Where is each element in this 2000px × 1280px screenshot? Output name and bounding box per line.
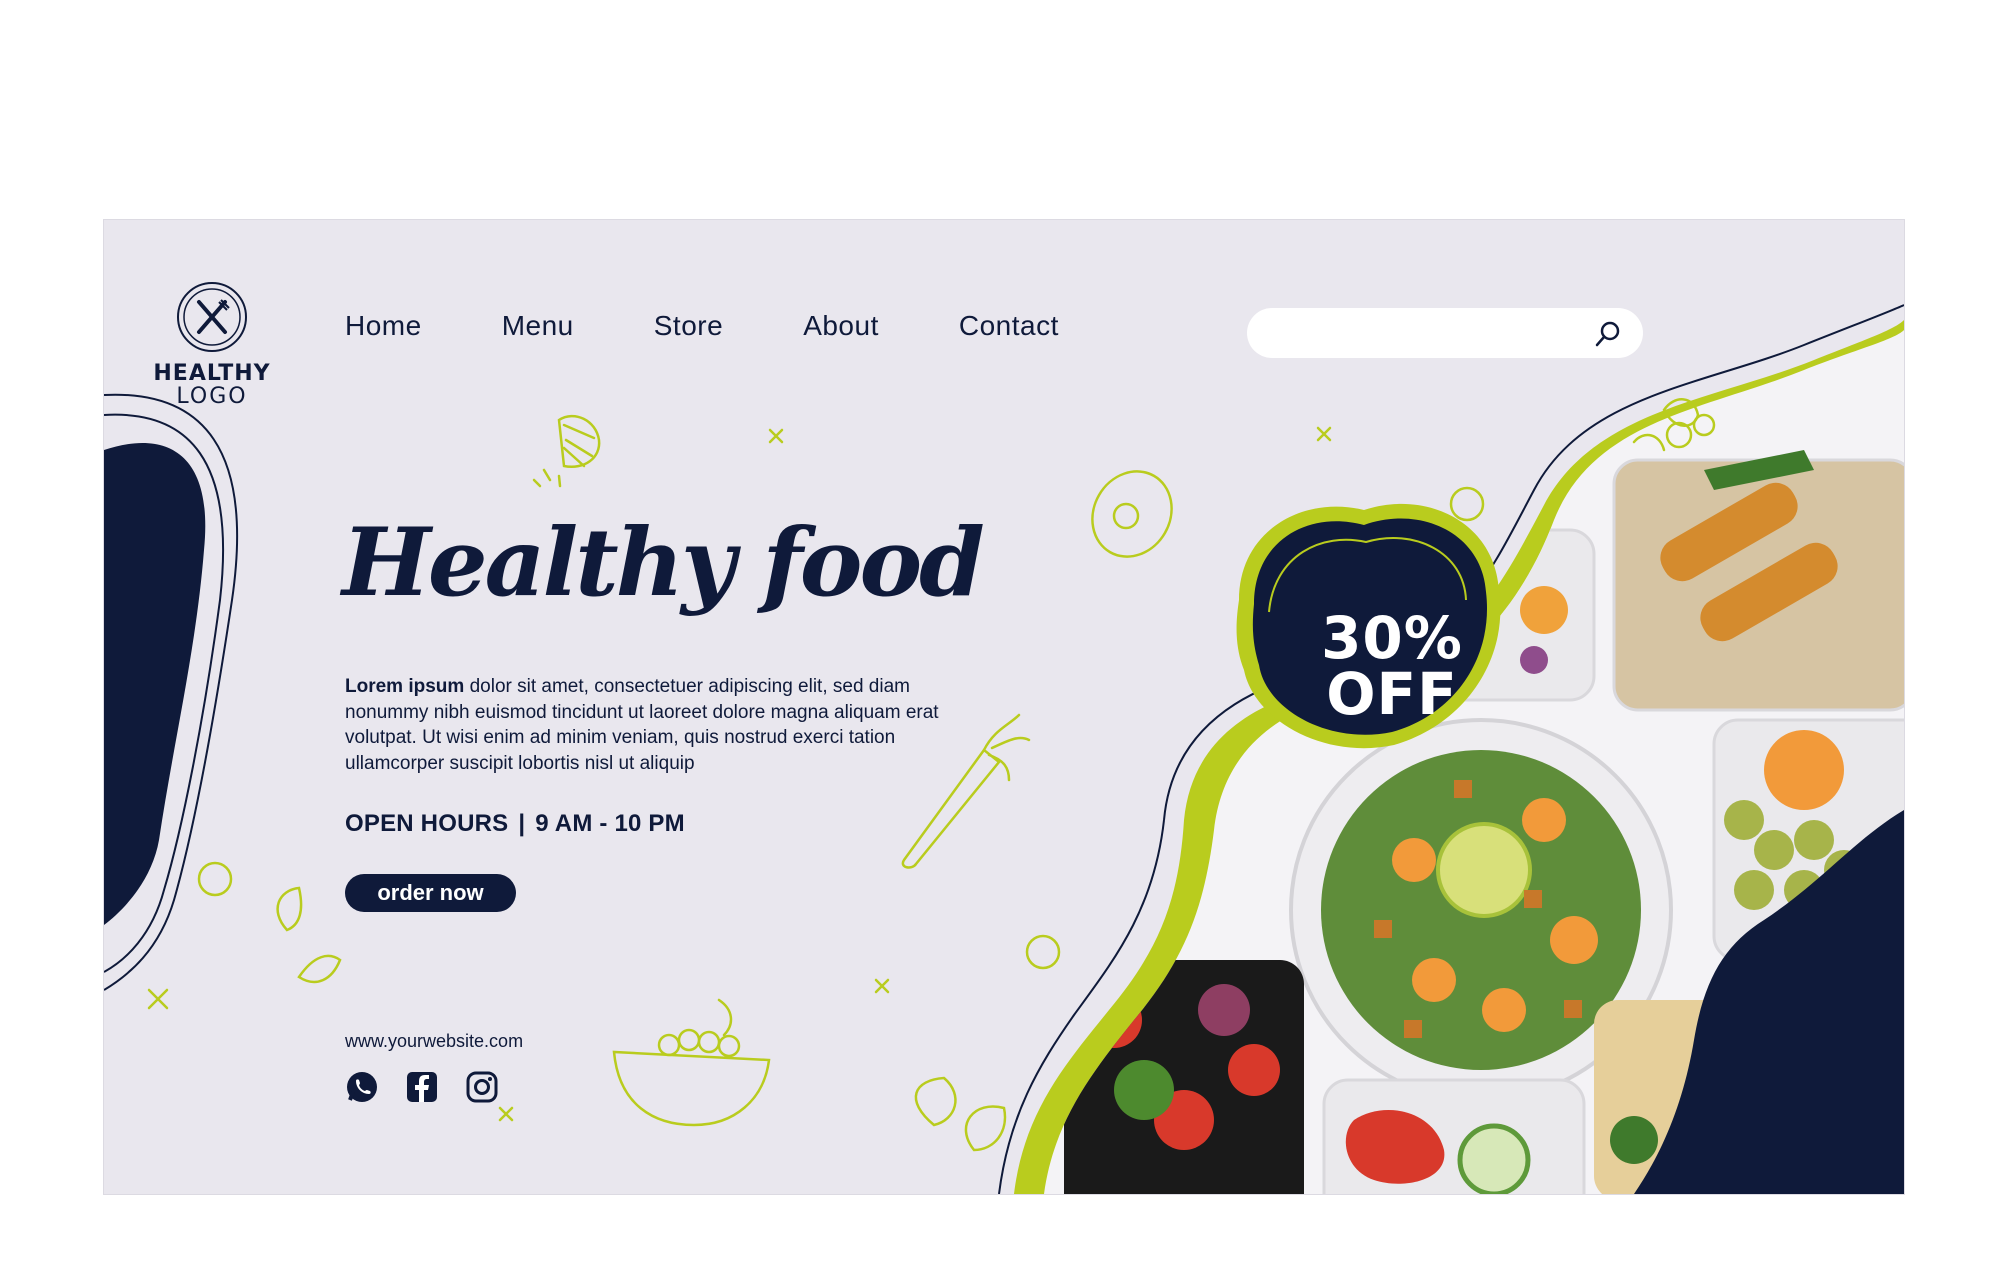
- hours-separator: |: [518, 810, 526, 837]
- circle-doodle: [1449, 486, 1485, 522]
- logo-text-secondary: LOGO: [176, 384, 248, 409]
- nav-item-store[interactable]: Store: [654, 310, 723, 342]
- brand-logo[interactable]: HEALTHY LOGO: [152, 280, 272, 408]
- hero-description: Lorem ipsum dolor sit amet, consectetuer…: [345, 674, 965, 776]
- search-input[interactable]: [1271, 318, 1575, 350]
- promo-off: OFF: [1326, 660, 1458, 728]
- search-icon[interactable]: [1593, 319, 1623, 349]
- open-hours: OPEN HOURS | 9 AM - 10 PM: [345, 810, 685, 838]
- logo-text-primary: HEALTHY: [153, 361, 271, 386]
- search-bar: [1247, 308, 1643, 358]
- bowl-doodle: [612, 1050, 771, 1127]
- facebook-icon[interactable]: [405, 1070, 439, 1104]
- nav-item-about[interactable]: About: [803, 310, 879, 342]
- fork-knife-icon: [177, 282, 247, 352]
- lemon-doodle: [557, 414, 601, 469]
- social-links: [345, 1070, 499, 1104]
- nav-item-home[interactable]: Home: [345, 310, 422, 342]
- x-doodle: [1316, 426, 1332, 442]
- hours-value: 9 AM - 10 PM: [535, 810, 685, 837]
- x-doodle: [874, 978, 890, 994]
- circle-doodle: [1025, 934, 1061, 970]
- description-lead: Lorem ipsum: [345, 676, 465, 697]
- circle-doodle: [197, 861, 233, 897]
- promo-percent: 30%: [1321, 604, 1463, 672]
- instagram-icon[interactable]: [465, 1070, 499, 1104]
- whatsapp-icon[interactable]: [345, 1070, 379, 1104]
- hours-label: OPEN HOURS: [345, 810, 509, 837]
- avocado-doodle: [1091, 470, 1173, 558]
- x-doodle: [498, 1106, 514, 1122]
- x-doodle: [768, 428, 784, 444]
- order-now-button[interactable]: order now: [345, 874, 516, 912]
- left-blob: [104, 393, 239, 991]
- nav-item-menu[interactable]: Menu: [502, 310, 574, 342]
- main-nav: Home Menu Store About Contact: [345, 310, 1139, 342]
- landing-page: HEALTHY LOGO Home Menu Store About Conta…: [104, 220, 1904, 1194]
- spinach-doodle: [914, 1076, 957, 1127]
- leaf-doodle: [276, 886, 303, 932]
- x-doodle: [147, 988, 169, 1010]
- website-link[interactable]: www.yourwebsite.com: [345, 1031, 523, 1052]
- nav-item-contact[interactable]: Contact: [959, 310, 1059, 342]
- hero-title: Healthy food: [342, 508, 985, 618]
- promo-badge-text: 30% OFF: [1277, 604, 1507, 728]
